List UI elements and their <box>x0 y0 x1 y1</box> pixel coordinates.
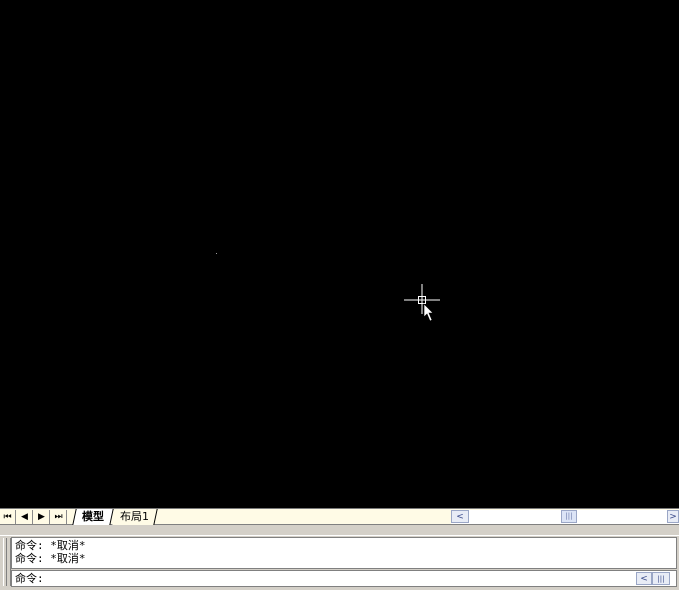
drawing-canvas[interactable] <box>0 0 679 508</box>
horizontal-scrollbar[interactable]: < ||| > <box>451 510 679 524</box>
command-scrollbar[interactable]: < ||| <box>636 572 672 585</box>
command-history: 命令: *取消* 命令: *取消* <box>11 537 677 569</box>
command-window: 命令: *取消* 命令: *取消* 命令: < ||| <box>0 525 679 590</box>
history-line: 命令: *取消* <box>15 539 86 552</box>
canvas-point <box>216 253 217 254</box>
first-tab-button[interactable]: ⏮ <box>0 510 16 524</box>
tab-layout1-label: 布局1 <box>120 510 149 523</box>
history-line: 命令: *取消* <box>15 552 86 565</box>
scroll-left-button[interactable]: < <box>451 510 469 523</box>
command-prompt: 命令: <box>15 572 44 585</box>
next-tab-button[interactable]: ▶ <box>34 510 50 524</box>
crosshair-cursor-icon <box>404 284 440 322</box>
scroll-thumb[interactable]: ||| <box>561 510 577 523</box>
command-scroll-thumb[interactable]: ||| <box>652 572 670 585</box>
last-tab-button[interactable]: ⏭ <box>51 510 67 524</box>
scroll-right-button[interactable]: > <box>667 510 679 523</box>
tab-layout1[interactable]: 布局1 <box>112 509 158 525</box>
tab-model[interactable]: 模型 <box>72 509 114 525</box>
command-scroll-left-button[interactable]: < <box>636 572 652 585</box>
prev-tab-button[interactable]: ◀ <box>17 510 33 524</box>
command-window-titlebar <box>0 525 679 536</box>
layout-tab-bar: ⏮ ◀ ▶ ⏭ 模型 布局1 < ||| > <box>0 508 679 525</box>
command-input[interactable]: 命令: < ||| <box>11 570 677 587</box>
command-window-grip[interactable] <box>3 538 11 586</box>
tab-model-label: 模型 <box>82 510 104 523</box>
